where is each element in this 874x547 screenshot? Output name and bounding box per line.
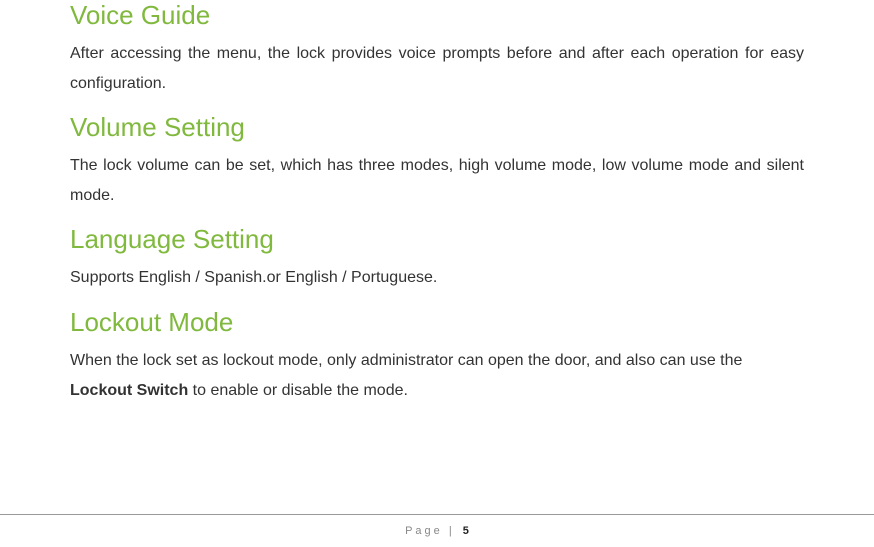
body-language-setting: Supports English / Spanish.or English / …	[70, 263, 804, 293]
page-sep: |	[443, 525, 461, 537]
body-lockout-bold: Lockout Switch	[70, 382, 188, 399]
heading-lockout-mode: Lockout Mode	[70, 307, 804, 338]
body-lockout-pre: When the lock set as lockout mode, only …	[70, 352, 742, 369]
page-label: Page	[405, 525, 443, 537]
heading-voice-guide: Voice Guide	[70, 0, 804, 31]
body-volume-setting: The lock volume can be set, which has th…	[70, 151, 804, 210]
heading-language-setting: Language Setting	[70, 224, 804, 255]
page-number: 5	[463, 525, 469, 537]
page-footer: Page | 5	[0, 514, 874, 547]
body-lockout-post: to enable or disable the mode.	[188, 382, 408, 399]
footer-divider	[0, 514, 874, 515]
body-lockout-mode: When the lock set as lockout mode, only …	[70, 346, 804, 405]
heading-volume-setting: Volume Setting	[70, 112, 804, 143]
body-voice-guide: After accessing the menu, the lock provi…	[70, 39, 804, 98]
